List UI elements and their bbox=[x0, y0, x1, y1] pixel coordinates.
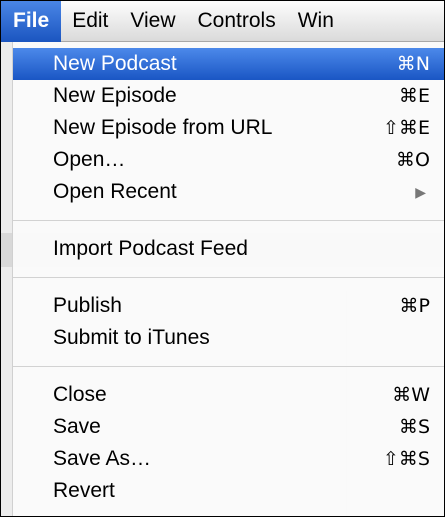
menu-item-new-episode[interactable]: New Episode ⌘E bbox=[13, 80, 444, 112]
menubar-file[interactable]: File bbox=[1, 1, 62, 42]
menu-item-label: Close bbox=[53, 383, 107, 406]
shortcut-text: ⌘P bbox=[399, 295, 430, 317]
submenu-arrow-icon: ▶ bbox=[415, 183, 426, 200]
menu-item-label: Import Podcast Feed bbox=[53, 237, 248, 260]
shortcut-text: ⇧⌘S bbox=[383, 448, 430, 470]
menu-item-open-recent[interactable]: Open Recent ▶ bbox=[13, 176, 444, 208]
menubar-view[interactable]: View bbox=[119, 1, 186, 42]
menu-item-label: New Episode bbox=[53, 84, 177, 107]
menu-item-label: New Podcast bbox=[53, 52, 177, 75]
menu-item-label: Submit to iTunes bbox=[53, 326, 210, 349]
menu-item-revert[interactable]: Revert bbox=[13, 475, 444, 507]
menu-item-publish[interactable]: Publish ⌘P bbox=[13, 290, 444, 322]
file-menu-dropdown: New Podcast ⌘N New Episode ⌘E New Episod… bbox=[13, 42, 444, 516]
shortcut-text: ⇧⌘E bbox=[383, 117, 430, 139]
menubar-controls[interactable]: Controls bbox=[187, 1, 287, 42]
shortcut-text: ⌘S bbox=[398, 416, 430, 438]
menu-separator bbox=[13, 220, 444, 221]
menu-item-label: Revert bbox=[53, 479, 115, 502]
menu-item-open[interactable]: Open… ⌘O bbox=[13, 144, 444, 176]
menu-item-save-as[interactable]: Save As… ⇧⌘S bbox=[13, 443, 444, 475]
shortcut-text: ⌘O bbox=[396, 149, 430, 171]
menu-item-label: Save As… bbox=[53, 447, 152, 470]
shortcut-text: ⌘E bbox=[398, 85, 430, 107]
menu-item-label: Publish bbox=[53, 294, 122, 317]
menu-item-new-episode-from-url[interactable]: New Episode from URL ⇧⌘E bbox=[13, 112, 444, 144]
menu-item-import-podcast-feed[interactable]: Import Podcast Feed bbox=[13, 233, 444, 265]
screenshot-frame: File Edit View Controls Win New Podcast … bbox=[0, 0, 445, 517]
menubar-edit[interactable]: Edit bbox=[61, 1, 119, 42]
shortcut-text: ⌘N bbox=[396, 53, 430, 75]
menu-bar: File Edit View Controls Win bbox=[1, 1, 444, 42]
menu-separator bbox=[13, 366, 444, 367]
menu-item-label: Open Recent bbox=[53, 180, 177, 203]
menu-item-label: Save bbox=[53, 415, 101, 438]
menu-item-label: New Episode from URL bbox=[53, 116, 273, 139]
menu-item-label: Open… bbox=[53, 148, 126, 171]
menu-item-close[interactable]: Close ⌘W bbox=[13, 379, 444, 411]
menu-separator bbox=[13, 277, 444, 278]
shortcut-text: ⌘W bbox=[392, 384, 430, 406]
menu-item-submit-to-itunes[interactable]: Submit to iTunes bbox=[13, 322, 444, 354]
menubar-window[interactable]: Win bbox=[287, 1, 345, 42]
menu-item-new-podcast[interactable]: New Podcast ⌘N bbox=[13, 48, 444, 80]
menu-item-save[interactable]: Save ⌘S bbox=[13, 411, 444, 443]
